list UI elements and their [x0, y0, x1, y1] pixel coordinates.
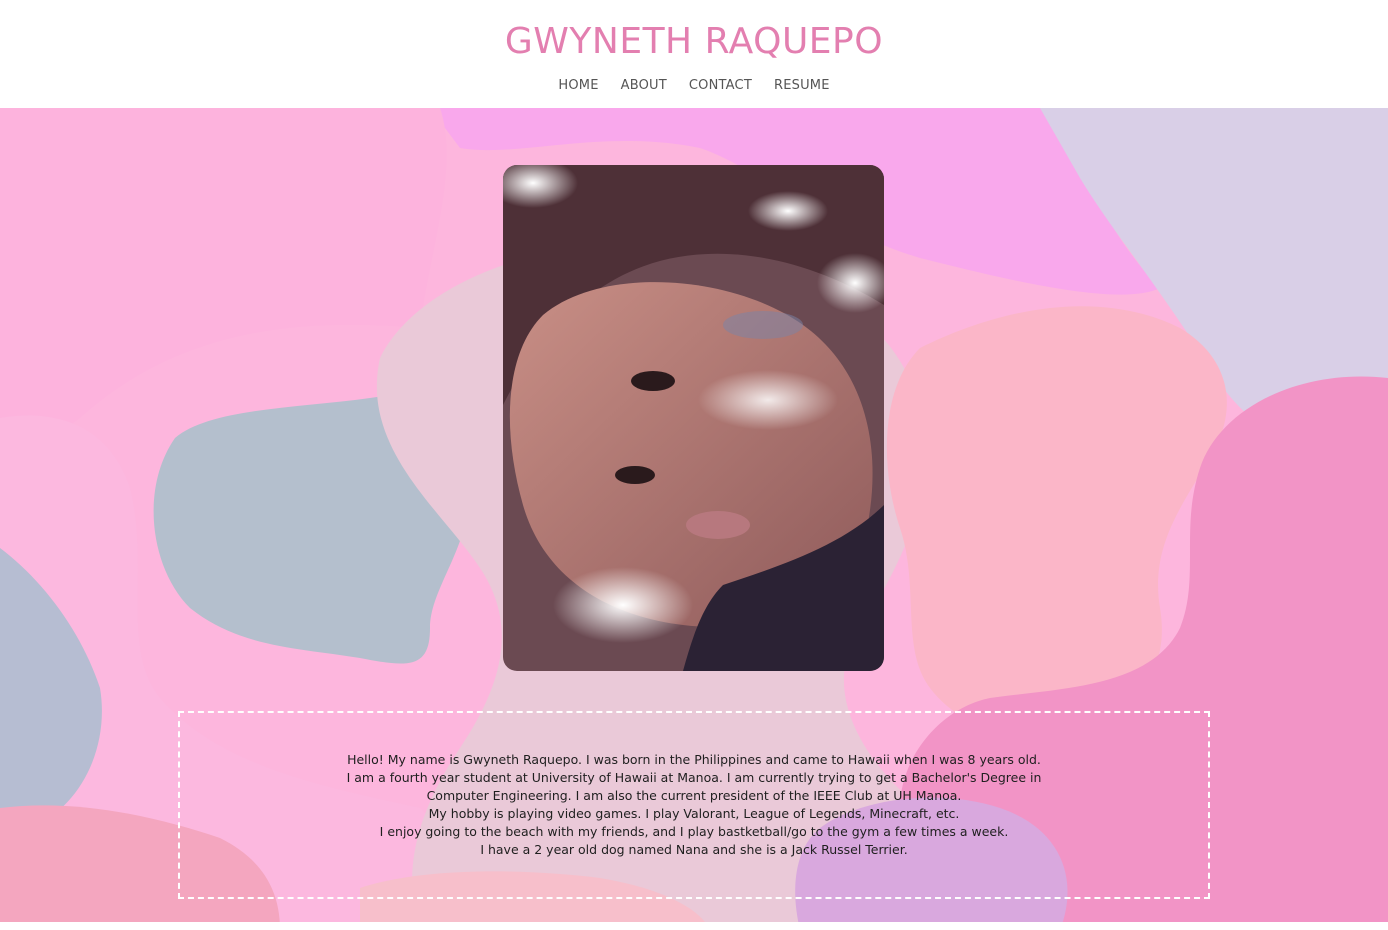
footer-strip [0, 922, 1388, 930]
nav-contact[interactable]: CONTACT [689, 78, 752, 93]
bio-line: I have a 2 year old dog named Nana and s… [480, 842, 908, 857]
bio-line: I enjoy going to the beach with my frien… [379, 824, 1009, 839]
main-nav: HOME ABOUT CONTACT RESUME [0, 78, 1388, 93]
bio-box: Hello! My name is Gwyneth Raquepo. I was… [178, 711, 1210, 899]
bio-line: I am a fourth year student at University… [346, 770, 1042, 785]
bio-text: Hello! My name is Gwyneth Raquepo. I was… [347, 751, 1042, 859]
bio-line: Hello! My name is Gwyneth Raquepo. I was… [347, 752, 1041, 767]
portrait-image [503, 165, 884, 671]
nav-about[interactable]: ABOUT [621, 78, 667, 93]
nav-home[interactable]: HOME [558, 78, 598, 93]
site-title: GWYNETH RAQUEPO [504, 21, 884, 62]
hero-section: Hello! My name is Gwyneth Raquepo. I was… [0, 108, 1388, 930]
nav-resume[interactable]: RESUME [774, 78, 830, 93]
bio-line: My hobby is playing video games. I play … [428, 806, 960, 821]
site-header: GWYNETH RAQUEPO HOME ABOUT CONTACT RESUM… [0, 0, 1388, 108]
profile-photo [503, 165, 884, 671]
bio-line: Computer Engineering. I am also the curr… [426, 788, 962, 803]
